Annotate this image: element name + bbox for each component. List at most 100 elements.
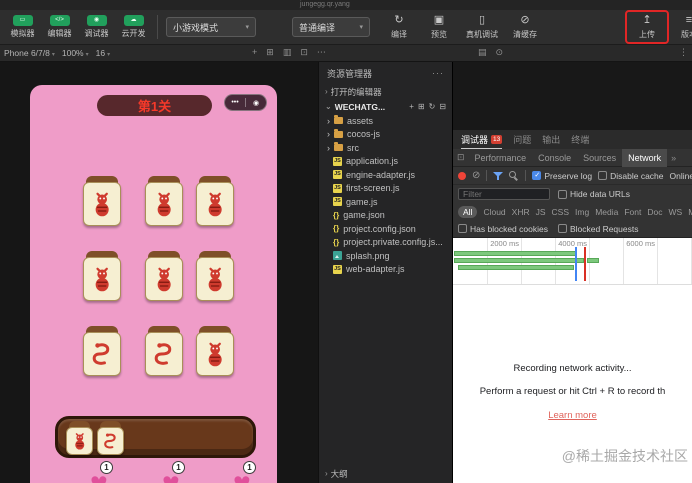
panel-tab[interactable]: 输出 bbox=[542, 130, 560, 149]
file-row[interactable]: {} project.config.json bbox=[319, 222, 452, 236]
javascript-file-icon: JS bbox=[333, 264, 342, 274]
tile-tiger[interactable] bbox=[145, 251, 183, 301]
panels-icon[interactable]: ▥ bbox=[283, 47, 292, 58]
more-icon[interactable]: ⋯ bbox=[317, 47, 326, 58]
chip-css[interactable]: CSS bbox=[552, 207, 569, 217]
disable-cache-checkbox[interactable]: Disable cache bbox=[598, 171, 664, 181]
game-mode-dropdown[interactable]: 小游戏模式 ▾ bbox=[166, 17, 256, 37]
clear-cache-button[interactable]: ⊘ 清缓存 bbox=[508, 14, 542, 40]
file-row[interactable]: › cocos-js bbox=[319, 128, 452, 142]
tile-snake[interactable] bbox=[145, 326, 183, 376]
file-row[interactable]: JS web-adapter.js bbox=[319, 263, 452, 277]
zoom-dropdown[interactable]: 100% ▾ bbox=[62, 48, 89, 58]
real-device-debug-button[interactable]: ▯ 真机调试 bbox=[462, 14, 502, 40]
devtools-panel-tabs: 调试器 13 问题 输出 终端 bbox=[453, 130, 692, 149]
more-actions-icon[interactable]: ··· bbox=[432, 68, 444, 78]
tile-tiger[interactable] bbox=[196, 251, 234, 301]
network-overview-timeline[interactable]: 2000 ms 4000 ms 6000 ms bbox=[453, 238, 692, 285]
chip-manifest[interactable]: Manifest bbox=[688, 207, 692, 217]
chip-media[interactable]: Media bbox=[595, 207, 618, 217]
new-folder-icon[interactable]: ⊞ bbox=[418, 102, 425, 111]
tile-tiger[interactable] bbox=[66, 421, 93, 455]
tile-tiger[interactable] bbox=[196, 326, 234, 376]
file-row[interactable]: JS engine-adapter.js bbox=[319, 168, 452, 182]
chip-img[interactable]: Img bbox=[575, 207, 589, 217]
chip-ws[interactable]: WS bbox=[669, 207, 683, 217]
toolbar-nav-debugger[interactable]: ◉ 调试器 bbox=[78, 15, 115, 39]
learn-more-link[interactable]: Learn more bbox=[548, 410, 597, 421]
compile-button[interactable]: ↻ 编译 bbox=[382, 14, 416, 40]
chip-all[interactable]: All bbox=[458, 205, 478, 218]
tab-network[interactable]: Network bbox=[622, 148, 668, 167]
toolbar-nav-cloud[interactable]: ☁ 云开发 bbox=[115, 15, 152, 39]
file-row[interactable]: › assets bbox=[319, 114, 452, 128]
chip-xhr[interactable]: XHR bbox=[512, 207, 530, 217]
target-icon[interactable]: ⊙ bbox=[496, 47, 504, 58]
version-button[interactable]: ≡ 版本 bbox=[674, 14, 692, 40]
file-row[interactable]: › src bbox=[319, 141, 452, 155]
preview-button[interactable]: ▣ 预览 bbox=[422, 14, 456, 40]
blocked-requests-checkbox[interactable]: Blocked Requests bbox=[557, 224, 638, 234]
outline-section[interactable]: › 大纲 bbox=[319, 466, 452, 481]
tile-tiger[interactable] bbox=[145, 176, 183, 226]
tile-snake[interactable] bbox=[83, 326, 121, 376]
panel-tab[interactable]: 调试器 13 bbox=[461, 130, 503, 149]
search-icon[interactable] bbox=[509, 170, 519, 181]
project-section[interactable]: ⌄ WECHATG... + ⊞ ↻ ⊟ bbox=[319, 99, 452, 114]
tile-art-tiger bbox=[196, 182, 234, 226]
heart-powerup-button[interactable]: ♥ bbox=[90, 469, 108, 483]
more-menu-button[interactable]: ••• bbox=[225, 99, 245, 106]
panel-tab[interactable]: 终端 bbox=[571, 130, 589, 149]
grid-icon[interactable]: ⊞ bbox=[266, 47, 274, 58]
file-row[interactable]: splash.png bbox=[319, 249, 452, 263]
tile-snake[interactable] bbox=[97, 421, 124, 455]
chevron-down-icon: ▾ bbox=[245, 24, 249, 31]
has-blocked-cookies-checkbox[interactable]: Has blocked cookies bbox=[458, 224, 548, 234]
kebab-menu-icon[interactable]: ⋮ bbox=[679, 47, 688, 58]
open-editors-section[interactable]: › 打开的编辑器 bbox=[319, 84, 452, 99]
collapse-icon[interactable]: ⊟ bbox=[439, 102, 446, 111]
chip-font[interactable]: Font bbox=[624, 207, 641, 217]
timeline-bar bbox=[454, 251, 578, 256]
toolbar-nav-editor[interactable]: </> 编辑器 bbox=[41, 15, 78, 39]
file-row[interactable]: {} project.private.config.js... bbox=[319, 236, 452, 250]
layout-icon[interactable]: ▤ bbox=[478, 47, 487, 58]
tile-tiger[interactable] bbox=[83, 251, 121, 301]
chip-js[interactable]: JS bbox=[536, 207, 546, 217]
heart-powerup-button[interactable]: ♥ bbox=[233, 469, 251, 483]
upload-button[interactable]: ↥ 上传 bbox=[630, 14, 664, 40]
network-dropdown[interactable]: 16 ▾ bbox=[96, 48, 110, 58]
tile-art-snake bbox=[97, 427, 124, 455]
file-row[interactable]: JS application.js bbox=[319, 155, 452, 169]
exit-button[interactable]: ◉ bbox=[246, 99, 266, 107]
tab-sources[interactable]: Sources bbox=[577, 149, 622, 167]
compile-mode-dropdown[interactable]: 普通编译 ▾ bbox=[292, 17, 370, 37]
file-row[interactable]: JS game.js bbox=[319, 195, 452, 209]
filter-icon[interactable] bbox=[493, 171, 504, 181]
preserve-log-checkbox[interactable]: Preserve log bbox=[532, 171, 592, 181]
hide-data-urls-checkbox[interactable]: Hide data URLs bbox=[558, 189, 630, 199]
file-row[interactable]: JS first-screen.js bbox=[319, 182, 452, 196]
inspect-element-icon[interactable]: ⊡ bbox=[453, 152, 469, 163]
chip-doc[interactable]: Doc bbox=[647, 207, 662, 217]
refresh-icon[interactable]: ↻ bbox=[429, 102, 436, 111]
throttling-dropdown[interactable]: Online▾ bbox=[670, 171, 692, 181]
panel-tab[interactable]: 问题 bbox=[513, 130, 531, 149]
clear-icon[interactable]: ⊘ bbox=[472, 170, 480, 181]
tile-tiger[interactable] bbox=[83, 176, 121, 226]
tab-performance[interactable]: Performance bbox=[469, 149, 533, 167]
file-row[interactable]: {} game.json bbox=[319, 209, 452, 223]
tab-console[interactable]: Console bbox=[532, 149, 577, 167]
inspect-icon[interactable]: ⊡ bbox=[300, 47, 308, 58]
add-icon[interactable]: + bbox=[252, 47, 257, 58]
toolbar-nav-simulator[interactable]: ▭ 模拟器 bbox=[4, 15, 41, 39]
chip-cloud[interactable]: Cloud bbox=[483, 207, 505, 217]
tile-tiger[interactable] bbox=[196, 176, 234, 226]
heart-powerup-button[interactable]: ♥ bbox=[162, 469, 180, 483]
filter-input[interactable] bbox=[458, 188, 550, 200]
device-dropdown[interactable]: Phone 6/7/8 ▾ bbox=[4, 48, 55, 58]
new-file-icon[interactable]: + bbox=[409, 102, 414, 111]
record-button[interactable] bbox=[458, 171, 466, 180]
overflow-tabs-icon[interactable]: » bbox=[667, 153, 680, 163]
tile-art-snake bbox=[83, 332, 121, 376]
